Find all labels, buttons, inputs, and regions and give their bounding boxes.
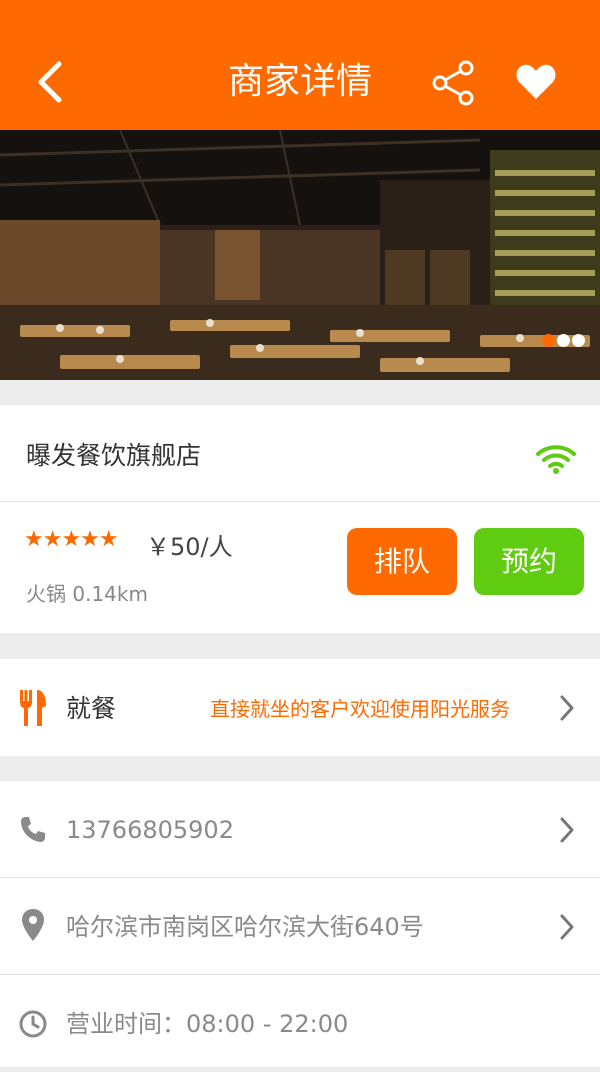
dining-label: 就餐 bbox=[66, 694, 117, 723]
carousel-dot[interactable] bbox=[572, 334, 585, 347]
contact-list: 13766805902 哈尔滨市南岗区哈尔滨大街640号 营业时间：08:00 … bbox=[0, 781, 600, 1067]
clock-icon bbox=[19, 1010, 47, 1038]
share-icon[interactable] bbox=[430, 58, 480, 108]
chevron-right-icon bbox=[560, 914, 574, 940]
heart-icon[interactable] bbox=[514, 60, 558, 104]
average-price: ￥50/人 bbox=[146, 533, 233, 561]
banner-image[interactable] bbox=[0, 130, 600, 380]
page-title: 商家详情 bbox=[227, 61, 372, 102]
reserve-button[interactable]: 预约 bbox=[474, 528, 584, 595]
app-header: 商家详情 bbox=[0, 0, 600, 130]
chevron-right-icon bbox=[560, 695, 574, 721]
fork-knife-icon bbox=[20, 690, 46, 726]
chevron-right-icon bbox=[560, 817, 574, 843]
shop-name-row: 曝发餐饮旗舰店 bbox=[0, 405, 600, 502]
carousel-dot[interactable] bbox=[557, 334, 570, 347]
carousel-dot[interactable] bbox=[542, 334, 555, 347]
shop-name: 曝发餐饮旗舰店 bbox=[26, 441, 202, 470]
phone-icon bbox=[21, 817, 45, 842]
rating-stars: ★★★★★ bbox=[24, 527, 119, 552]
phone-row[interactable]: 13766805902 bbox=[0, 781, 600, 878]
queue-button[interactable]: 排队 bbox=[347, 528, 457, 595]
location-pin-icon bbox=[22, 909, 44, 941]
business-hours: 营业时间：08:00 - 22:00 bbox=[66, 1010, 349, 1038]
category-distance: 火锅 0.14km bbox=[26, 582, 148, 606]
phone-number: 13766805902 bbox=[66, 816, 234, 844]
hours-row: 营业时间：08:00 - 22:00 bbox=[0, 975, 600, 1072]
restaurant-interior-photo bbox=[0, 130, 600, 380]
address-row[interactable]: 哈尔滨市南岗区哈尔滨大街640号 bbox=[0, 878, 600, 975]
dining-note: 直接就坐的客户欢迎使用阳光服务 bbox=[210, 697, 510, 721]
carousel-indicator bbox=[542, 334, 585, 347]
address-text: 哈尔滨市南岗区哈尔滨大街640号 bbox=[66, 913, 424, 941]
wifi-icon bbox=[536, 445, 576, 474]
